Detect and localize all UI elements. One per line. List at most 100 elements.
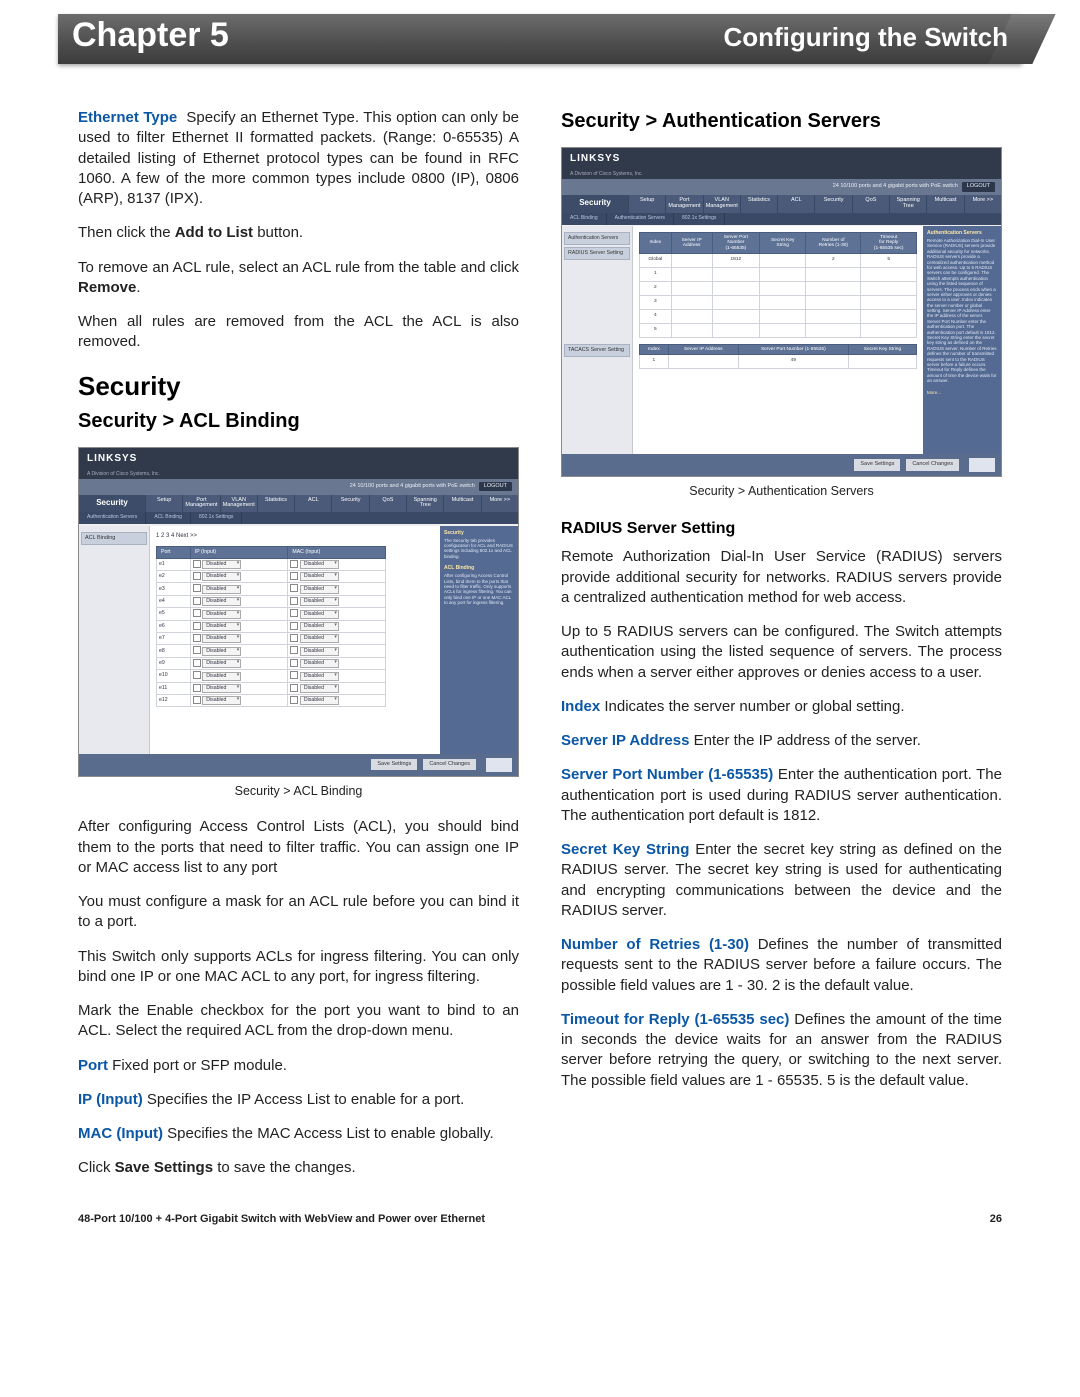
nav-tab[interactable]: PortManagement <box>182 495 219 513</box>
enable-checkbox[interactable] <box>290 622 298 630</box>
enable-checkbox[interactable] <box>290 572 298 580</box>
enable-checkbox[interactable] <box>193 609 201 617</box>
ip-acl-dropdown[interactable]: Disabled <box>202 672 241 681</box>
nav-section-label: Security <box>79 495 145 513</box>
enable-checkbox[interactable] <box>290 671 298 679</box>
radius-setting-heading: RADIUS Server Setting <box>561 518 1002 540</box>
table-row[interactable]: 5 <box>640 323 917 337</box>
subnav-item[interactable]: ACL Binding <box>562 213 607 225</box>
enable-checkbox[interactable] <box>193 671 201 679</box>
table-row: e2 Disabled Disabled <box>157 571 386 583</box>
def-num-retries: Number of Retries (1-30) Defines the num… <box>561 935 1002 996</box>
cancel-changes-button[interactable]: Cancel Changes <box>423 759 476 770</box>
nav-tab[interactable]: Statistics <box>257 495 294 513</box>
nav-tab[interactable]: ACL <box>294 495 331 513</box>
enable-checkbox[interactable] <box>290 634 298 642</box>
nav-tab[interactable]: Setup <box>145 495 182 513</box>
logout-button[interactable]: LOGOUT <box>479 482 512 491</box>
nav-tab[interactable]: Multicast <box>443 495 480 513</box>
enable-checkbox[interactable] <box>193 622 201 630</box>
nav-tab[interactable]: QoS <box>369 495 406 513</box>
nav-tab[interactable]: PortManagement <box>665 195 702 213</box>
sidebar-item-tacacs[interactable]: TACACS Server Setting <box>564 344 630 357</box>
subnav-item[interactable]: 802.1x Settings <box>674 213 725 225</box>
mac-acl-dropdown[interactable]: Disabled <box>300 696 339 705</box>
subnav-item[interactable]: 802.1x Settings <box>191 512 242 524</box>
mac-acl-dropdown[interactable]: Disabled <box>300 560 339 569</box>
subnav-item[interactable]: Authentication Servers <box>607 213 674 225</box>
nav-tab[interactable]: Multicast <box>926 195 963 213</box>
enable-checkbox[interactable] <box>290 684 298 692</box>
nav-tab[interactable]: QoS <box>852 195 889 213</box>
nav-tab[interactable]: VLANManagement <box>703 195 740 213</box>
save-settings-button[interactable]: Save Settings <box>371 759 417 770</box>
enable-checkbox[interactable] <box>193 597 201 605</box>
enable-checkbox[interactable] <box>193 646 201 654</box>
help-more-link[interactable]: More... <box>927 390 997 395</box>
logout-button[interactable]: LOGOUT <box>962 182 995 191</box>
enable-checkbox[interactable] <box>290 597 298 605</box>
sidebar-item-acl-binding[interactable]: ACL Binding <box>81 532 147 545</box>
ip-acl-dropdown[interactable]: Disabled <box>202 610 241 619</box>
subnav-item[interactable]: ACL Binding <box>146 512 191 524</box>
table-row[interactable]: Global181225 <box>640 253 917 267</box>
ip-acl-dropdown[interactable]: Disabled <box>202 634 241 643</box>
pager[interactable]: 1 2 3 4 Next >> <box>156 532 434 540</box>
ip-acl-dropdown[interactable]: Disabled <box>202 597 241 606</box>
nav-tab[interactable]: VLANManagement <box>220 495 257 513</box>
nav-tab[interactable]: More >> <box>964 195 1001 213</box>
enable-checkbox[interactable] <box>290 560 298 568</box>
enable-checkbox[interactable] <box>193 560 201 568</box>
ip-acl-dropdown[interactable]: Disabled <box>202 572 241 581</box>
mac-acl-dropdown[interactable]: Disabled <box>300 585 339 594</box>
ip-acl-dropdown[interactable]: Disabled <box>202 585 241 594</box>
nav-tab[interactable]: SpanningTree <box>889 195 926 213</box>
ethernet-type-label: Ethernet Type <box>78 109 177 126</box>
enable-checkbox[interactable] <box>193 584 201 592</box>
mac-acl-dropdown[interactable]: Disabled <box>300 672 339 681</box>
ip-acl-dropdown[interactable]: Disabled <box>202 696 241 705</box>
table-row[interactable]: 3 <box>640 295 917 309</box>
nav-tab[interactable]: Setup <box>628 195 665 213</box>
mac-acl-dropdown[interactable]: Disabled <box>300 597 339 606</box>
sidebar-item-radius[interactable]: RADIUS Server Setting <box>564 247 630 260</box>
ip-acl-dropdown[interactable]: Disabled <box>202 622 241 631</box>
enable-checkbox[interactable] <box>193 696 201 704</box>
def-mac-input: MAC (Input) Specifies the MAC Access Lis… <box>78 1124 519 1144</box>
enable-checkbox[interactable] <box>290 646 298 654</box>
mac-acl-dropdown[interactable]: Disabled <box>300 647 339 656</box>
cisco-logo-icon <box>486 758 512 772</box>
ip-acl-dropdown[interactable]: Disabled <box>202 684 241 693</box>
enable-checkbox[interactable] <box>193 659 201 667</box>
table-row[interactable]: 149 <box>640 355 917 369</box>
nav-tab[interactable]: ACL <box>777 195 814 213</box>
enable-checkbox[interactable] <box>290 609 298 617</box>
table-row[interactable]: 4 <box>640 309 917 323</box>
mac-acl-dropdown[interactable]: Disabled <box>300 659 339 668</box>
nav-tab[interactable]: Statistics <box>740 195 777 213</box>
enable-checkbox[interactable] <box>290 659 298 667</box>
nav-tab[interactable]: Security <box>331 495 368 513</box>
subnav-item[interactable]: Authentication Servers <box>79 512 146 524</box>
mac-acl-dropdown[interactable]: Disabled <box>300 610 339 619</box>
ip-acl-dropdown[interactable]: Disabled <box>202 659 241 668</box>
ip-acl-dropdown[interactable]: Disabled <box>202 560 241 569</box>
enable-checkbox[interactable] <box>290 696 298 704</box>
table-row[interactable]: 2 <box>640 281 917 295</box>
nav-tab[interactable]: Security <box>814 195 851 213</box>
ip-acl-dropdown[interactable]: Disabled <box>202 647 241 656</box>
enable-checkbox[interactable] <box>193 684 201 692</box>
chapter-title: Chapter 5 <box>72 16 229 55</box>
enable-checkbox[interactable] <box>290 584 298 592</box>
mac-acl-dropdown[interactable]: Disabled <box>300 622 339 631</box>
enable-checkbox[interactable] <box>193 572 201 580</box>
nav-tab[interactable]: SpanningTree <box>406 495 443 513</box>
mac-acl-dropdown[interactable]: Disabled <box>300 684 339 693</box>
mac-acl-dropdown[interactable]: Disabled <box>300 572 339 581</box>
save-settings-button[interactable]: Save Settings <box>854 459 900 470</box>
table-row[interactable]: 1 <box>640 267 917 281</box>
mac-acl-dropdown[interactable]: Disabled <box>300 634 339 643</box>
cancel-changes-button[interactable]: Cancel Changes <box>906 459 959 470</box>
enable-checkbox[interactable] <box>193 634 201 642</box>
nav-tab[interactable]: More >> <box>481 495 518 513</box>
